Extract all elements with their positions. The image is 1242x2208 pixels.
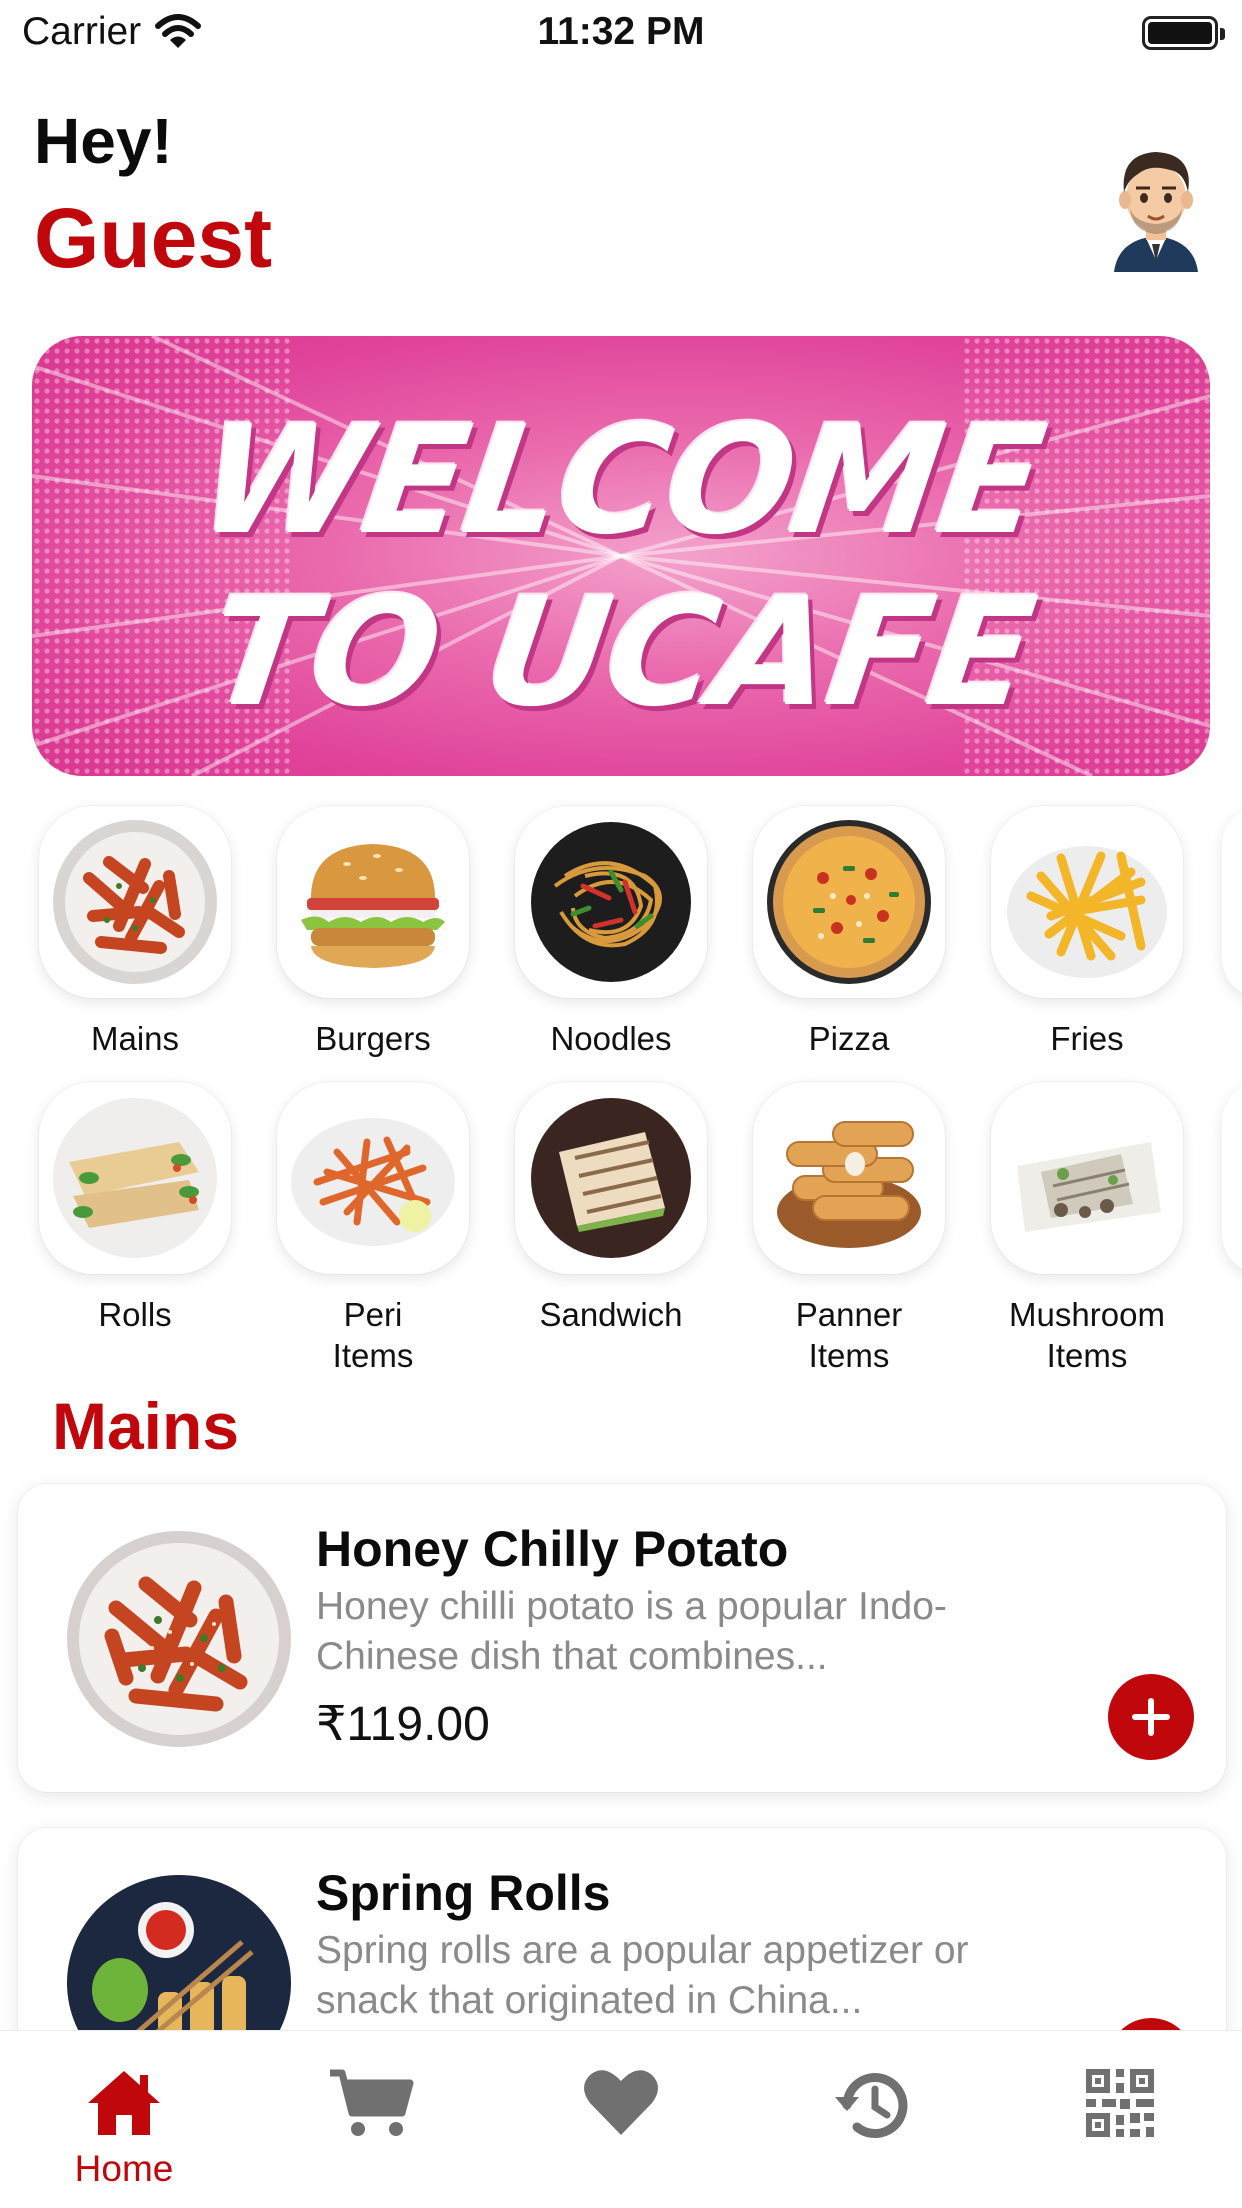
greeting-text: Hey! [34,105,173,177]
menu-item-price: ₹119.00 [316,1698,490,1751]
category-tile [991,1082,1183,1274]
category-pizza[interactable]: Pizza [729,806,969,1059]
category-fries[interactable]: Fries [967,806,1207,1059]
category-tile [515,806,707,998]
category-tile-partial[interactable] [1222,806,1242,998]
tab-qr-scan[interactable] [1040,2067,1200,2144]
category-tile [753,1082,945,1274]
banner-title-line2: TO UCAFE [199,566,1043,740]
category-tile [515,1082,707,1274]
plus-icon [1132,1698,1170,1736]
category-label: Rolls [98,1296,172,1333]
cart-icon [330,2069,414,2136]
status-time: 11:32 PM [537,10,705,53]
category-rolls[interactable]: Rolls [15,1082,255,1335]
category-label: Mains [90,1020,180,1057]
tab-cart[interactable] [291,2067,451,2144]
category-tile [39,1082,231,1274]
category-label: Pizza [808,1020,890,1057]
category-label: Mushroom Items [1009,1296,1165,1374]
category-mushroom-items[interactable]: Mushroom Items [967,1082,1207,1376]
category-label: Sandwich [539,1296,683,1333]
status-bar: Carrier 11:32 PM [0,0,1242,66]
menu-item-description: Spring rolls are a popular appetizer or … [316,1929,969,2022]
tab-home[interactable]: Home [44,2067,204,2190]
category-mains[interactable]: Mains [15,806,255,1059]
welcome-banner[interactable]: WELCOME TO UCAFE [32,336,1210,776]
banner-title-line1: WELCOME [189,394,1053,568]
category-label: Fries [1050,1020,1124,1057]
menu-item-name: Spring Rolls [316,1865,611,1921]
category-tile [277,806,469,998]
category-label: Peri Items [332,1296,414,1374]
category-row: Rolls Peri Items Sandwich Panner Items M… [0,1082,1242,1374]
category-burgers[interactable]: Burgers [253,806,493,1059]
category-tile [277,1082,469,1274]
battery-icon [1142,16,1225,50]
tab-home-label: Home [74,2148,174,2189]
menu-item-card[interactable]: Honey Chilly Potato Honey chilli potato … [18,1484,1226,1792]
heart-icon [584,2070,658,2135]
add-to-cart-button[interactable] [1108,1674,1194,1760]
category-tile [753,806,945,998]
tab-history[interactable] [793,2067,953,2148]
user-name: Guest [34,191,273,285]
category-label: Noodles [550,1020,672,1057]
home-icon [88,2071,160,2135]
food-image [301,844,445,968]
food-image [53,1098,217,1258]
menu-item-name: Honey Chilly Potato [316,1521,789,1577]
qr-code-icon [1086,2069,1154,2137]
menu-item-image [67,1531,291,1747]
category-row: Mains Burgers Noodles Pizza Fries [0,806,1242,1066]
tab-favorites[interactable] [541,2067,701,2142]
category-panner-items[interactable]: Panner Items [729,1082,969,1376]
food-image [291,1118,455,1246]
category-peri-items[interactable]: Peri Items [253,1082,493,1376]
category-tile [991,806,1183,998]
food-image [53,820,217,984]
avatar[interactable] [1108,136,1204,272]
food-image [1017,1142,1161,1232]
history-icon [835,2073,908,2138]
food-image [531,822,691,982]
category-label: Burgers [315,1020,431,1057]
section-title: Mains [52,1389,240,1463]
food-image [767,820,931,984]
category-tile [39,806,231,998]
food-image [531,1098,691,1258]
food-image [1007,846,1167,978]
bottom-tab-bar: Home [0,2030,1242,2208]
category-sandwich[interactable]: Sandwich [491,1082,731,1335]
category-label: Panner Items [795,1296,903,1374]
menu-item-description: Honey chilli potato is a popular Indo-Ch… [316,1585,947,1678]
food-image [777,1121,921,1248]
category-tile-partial[interactable] [1222,1082,1242,1274]
category-noodles[interactable]: Noodles [491,806,731,1059]
